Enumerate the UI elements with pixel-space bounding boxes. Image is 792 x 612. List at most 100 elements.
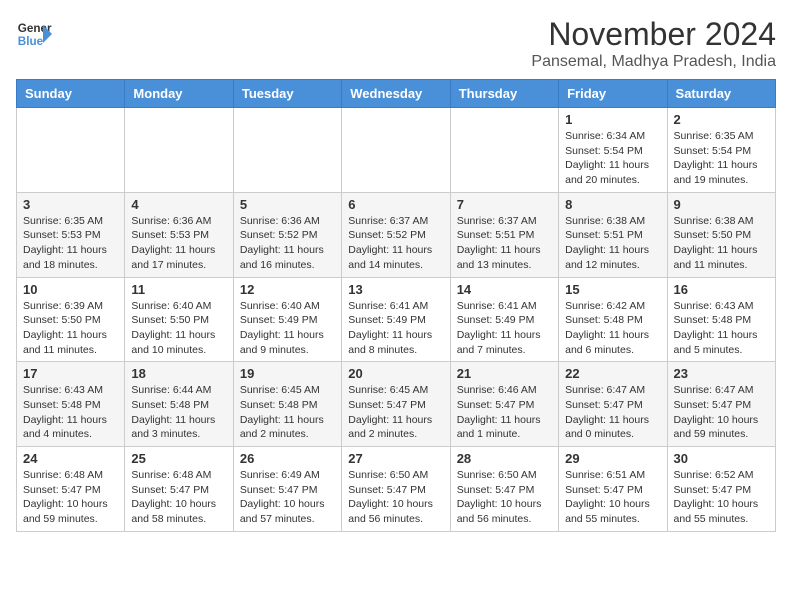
day-number: 4 — [131, 197, 226, 212]
calendar-day-cell: 23Sunrise: 6:47 AM Sunset: 5:47 PM Dayli… — [667, 362, 775, 447]
calendar-day-cell: 28 Sunrise: 6:50 AM Sunset: 5:47 PM Dayli… — [450, 447, 558, 532]
calendar-title: November 2024 — [531, 16, 776, 53]
day-number: 3 — [23, 197, 118, 212]
calendar-week-row: 24 Sunrise: 6:48 AM Sunset: 5:47 PM Dayli… — [17, 447, 776, 532]
calendar-day-cell: 6Sunrise: 6:37 AM Sunset: 5:52 PM Daylig… — [342, 192, 450, 277]
day-info: Sunrise: 6:36 AM Sunset: 5:53 PM Dayligh… — [131, 214, 226, 273]
day-info: Sunrise: 6:40 AM Sunset: 5:50 PM Dayligh… — [131, 299, 226, 358]
day-number: 27 — [348, 451, 443, 466]
calendar-day-cell: 22Sunrise: 6:47 AM Sunset: 5:47 PM Dayli… — [559, 362, 667, 447]
calendar-day-cell: 16 Sunrise: 6:43 AM Sunset: 5:48 PM Dayli… — [667, 277, 775, 362]
calendar-day-cell — [342, 108, 450, 193]
calendar-day-cell: 2 Sunrise: 6:35 AM Sunset: 5:54 PM Daylig… — [667, 108, 775, 193]
calendar-day-cell: 11 Sunrise: 6:40 AM Sunset: 5:50 PM Dayli… — [125, 277, 233, 362]
day-number: 5 — [240, 197, 335, 212]
day-info: Sunrise: 6:50 AM Sunset: 5:47 PM Dayligh… — [348, 468, 443, 527]
calendar-day-cell: 17 Sunrise: 6:43 AM Sunset: 5:48 PM Dayli… — [17, 362, 125, 447]
day-info: Sunrise: 6:43 AM Sunset: 5:48 PM Dayligh… — [674, 299, 769, 358]
calendar-day-cell: 20 Sunrise: 6:45 AM Sunset: 5:47 PM Dayli… — [342, 362, 450, 447]
day-info: Sunrise: 6:35 AM Sunset: 5:54 PM Dayligh… — [674, 129, 769, 188]
calendar-day-cell — [233, 108, 341, 193]
day-number: 26 — [240, 451, 335, 466]
day-info: Sunrise: 6:51 AM Sunset: 5:47 PM Dayligh… — [565, 468, 660, 527]
day-info: Sunrise: 6:42 AM Sunset: 5:48 PM Dayligh… — [565, 299, 660, 358]
day-number: 18 — [131, 366, 226, 381]
day-info: Sunrise: 6:46 AM Sunset: 5:47 PM Dayligh… — [457, 383, 552, 442]
calendar-day-cell: 10 Sunrise: 6:39 AM Sunset: 5:50 PM Dayli… — [17, 277, 125, 362]
day-info: Sunrise: 6:35 AM Sunset: 5:53 PM Dayligh… — [23, 214, 118, 273]
day-number: 10 — [23, 282, 118, 297]
calendar-day-cell: 3 Sunrise: 6:35 AM Sunset: 5:53 PM Daylig… — [17, 192, 125, 277]
day-info: Sunrise: 6:47 AM Sunset: 5:47 PM Dayligh… — [674, 383, 769, 442]
day-number: 2 — [674, 112, 769, 127]
day-number: 11 — [131, 282, 226, 297]
calendar-day-cell: 5 Sunrise: 6:36 AM Sunset: 5:52 PM Daylig… — [233, 192, 341, 277]
day-number: 20 — [348, 366, 443, 381]
day-info: Sunrise: 6:48 AM Sunset: 5:47 PM Dayligh… — [23, 468, 118, 527]
day-number: 8 — [565, 197, 660, 212]
day-info: Sunrise: 6:38 AM Sunset: 5:51 PM Dayligh… — [565, 214, 660, 273]
day-number: 13 — [348, 282, 443, 297]
calendar-week-row: 1Sunrise: 6:34 AM Sunset: 5:54 PM Daylig… — [17, 108, 776, 193]
calendar-table: SundayMondayTuesdayWednesdayThursdayFrid… — [16, 79, 776, 532]
calendar-day-cell — [17, 108, 125, 193]
day-info: Sunrise: 6:50 AM Sunset: 5:47 PM Dayligh… — [457, 468, 552, 527]
day-number: 28 — [457, 451, 552, 466]
day-info: Sunrise: 6:39 AM Sunset: 5:50 PM Dayligh… — [23, 299, 118, 358]
calendar-day-cell: 25Sunrise: 6:48 AM Sunset: 5:47 PM Dayli… — [125, 447, 233, 532]
day-info: Sunrise: 6:44 AM Sunset: 5:48 PM Dayligh… — [131, 383, 226, 442]
weekday-header: Tuesday — [233, 80, 341, 108]
weekday-header: Thursday — [450, 80, 558, 108]
day-number: 9 — [674, 197, 769, 212]
day-number: 16 — [674, 282, 769, 297]
day-number: 1 — [565, 112, 660, 127]
day-number: 14 — [457, 282, 552, 297]
calendar-day-cell: 7 Sunrise: 6:37 AM Sunset: 5:51 PM Daylig… — [450, 192, 558, 277]
calendar-day-cell: 12Sunrise: 6:40 AM Sunset: 5:49 PM Dayli… — [233, 277, 341, 362]
page-header: General Blue November 2024 Pansemal, Mad… — [16, 16, 776, 71]
day-info: Sunrise: 6:38 AM Sunset: 5:50 PM Dayligh… — [674, 214, 769, 273]
calendar-day-cell: 15 Sunrise: 6:42 AM Sunset: 5:48 PM Dayli… — [559, 277, 667, 362]
day-number: 21 — [457, 366, 552, 381]
day-info: Sunrise: 6:45 AM Sunset: 5:47 PM Dayligh… — [348, 383, 443, 442]
weekday-header: Friday — [559, 80, 667, 108]
calendar-day-cell: 1Sunrise: 6:34 AM Sunset: 5:54 PM Daylig… — [559, 108, 667, 193]
day-number: 17 — [23, 366, 118, 381]
day-info: Sunrise: 6:40 AM Sunset: 5:49 PM Dayligh… — [240, 299, 335, 358]
calendar-week-row: 3 Sunrise: 6:35 AM Sunset: 5:53 PM Daylig… — [17, 192, 776, 277]
day-info: Sunrise: 6:43 AM Sunset: 5:48 PM Dayligh… — [23, 383, 118, 442]
calendar-day-cell: 30Sunrise: 6:52 AM Sunset: 5:47 PM Dayli… — [667, 447, 775, 532]
calendar-day-cell: 8 Sunrise: 6:38 AM Sunset: 5:51 PM Daylig… — [559, 192, 667, 277]
calendar-day-cell — [125, 108, 233, 193]
calendar-day-cell: 4 Sunrise: 6:36 AM Sunset: 5:53 PM Daylig… — [125, 192, 233, 277]
day-info: Sunrise: 6:52 AM Sunset: 5:47 PM Dayligh… — [674, 468, 769, 527]
day-number: 29 — [565, 451, 660, 466]
calendar-day-cell: 18 Sunrise: 6:44 AM Sunset: 5:48 PM Dayli… — [125, 362, 233, 447]
weekday-header: Sunday — [17, 80, 125, 108]
day-number: 24 — [23, 451, 118, 466]
weekday-header: Wednesday — [342, 80, 450, 108]
calendar-subtitle: Pansemal, Madhya Pradesh, India — [531, 53, 776, 71]
day-number: 15 — [565, 282, 660, 297]
day-info: Sunrise: 6:37 AM Sunset: 5:51 PM Dayligh… — [457, 214, 552, 273]
day-info: Sunrise: 6:41 AM Sunset: 5:49 PM Dayligh… — [457, 299, 552, 358]
day-info: Sunrise: 6:41 AM Sunset: 5:49 PM Dayligh… — [348, 299, 443, 358]
calendar-week-row: 17 Sunrise: 6:43 AM Sunset: 5:48 PM Dayli… — [17, 362, 776, 447]
calendar-day-cell: 21 Sunrise: 6:46 AM Sunset: 5:47 PM Dayli… — [450, 362, 558, 447]
title-section: November 2024 Pansemal, Madhya Pradesh, … — [531, 16, 776, 71]
calendar-day-cell: 29 Sunrise: 6:51 AM Sunset: 5:47 PM Dayli… — [559, 447, 667, 532]
day-number: 7 — [457, 197, 552, 212]
weekday-header: Saturday — [667, 80, 775, 108]
day-info: Sunrise: 6:36 AM Sunset: 5:52 PM Dayligh… — [240, 214, 335, 273]
calendar-day-cell: 9 Sunrise: 6:38 AM Sunset: 5:50 PM Daylig… — [667, 192, 775, 277]
day-info: Sunrise: 6:37 AM Sunset: 5:52 PM Dayligh… — [348, 214, 443, 273]
calendar-day-cell: 13 Sunrise: 6:41 AM Sunset: 5:49 PM Dayli… — [342, 277, 450, 362]
calendar-day-cell: 26Sunrise: 6:49 AM Sunset: 5:47 PM Dayli… — [233, 447, 341, 532]
day-number: 22 — [565, 366, 660, 381]
calendar-day-cell: 27 Sunrise: 6:50 AM Sunset: 5:47 PM Dayli… — [342, 447, 450, 532]
day-number: 19 — [240, 366, 335, 381]
logo-icon: General Blue — [16, 16, 52, 52]
calendar-day-cell: 19Sunrise: 6:45 AM Sunset: 5:48 PM Dayli… — [233, 362, 341, 447]
logo: General Blue — [16, 16, 52, 52]
calendar-day-cell — [450, 108, 558, 193]
